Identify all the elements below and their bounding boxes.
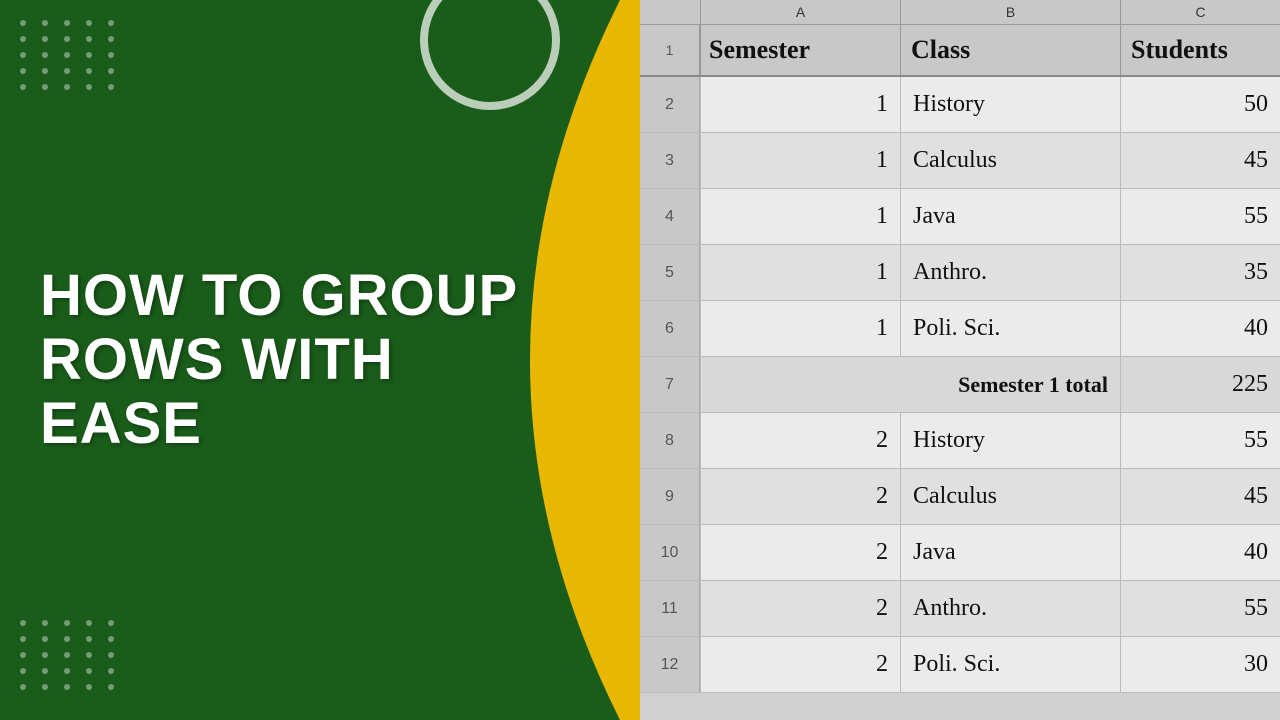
col-header-c: C xyxy=(1120,0,1280,24)
table-row: 6 1 Poli. Sci. 40 xyxy=(640,301,1280,357)
title-line1: HOW TO GROUP xyxy=(40,264,520,328)
table-row: 11 2 Anthro. 55 xyxy=(640,581,1280,637)
students-cell: 55 xyxy=(1120,189,1280,244)
semester-cell: 1 xyxy=(700,245,900,300)
students-header: Students xyxy=(1120,25,1280,75)
table-row: 7 Semester 1 total 225 xyxy=(640,357,1280,413)
row-num-cell: 12 xyxy=(640,637,700,692)
students-cell: 45 xyxy=(1120,469,1280,524)
semester-cell: 2 xyxy=(700,469,900,524)
class-header: Class xyxy=(900,25,1120,75)
row-num-spacer xyxy=(640,0,700,24)
class-cell: Poli. Sci. xyxy=(900,637,1120,692)
semester-cell: 1 xyxy=(700,301,900,356)
class-cell: Java xyxy=(900,525,1120,580)
row-num-cell: 3 xyxy=(640,133,700,188)
row-num-cell: 8 xyxy=(640,413,700,468)
class-cell: Anthro. xyxy=(900,581,1120,636)
spreadsheet: A B C 1 Semester Class Students 2 1 Hist… xyxy=(640,0,1280,720)
students-cell: 45 xyxy=(1120,133,1280,188)
students-cell: 30 xyxy=(1120,637,1280,692)
row-num-cell: 5 xyxy=(640,245,700,300)
row-num-cell: 7 xyxy=(640,357,700,412)
dots-decoration-top xyxy=(20,20,120,90)
semester-cell: 1 xyxy=(700,133,900,188)
hero-title: HOW TO GROUP ROWS WITH EASE xyxy=(0,264,560,455)
semester-cell: 2 xyxy=(700,637,900,692)
row-num-cell: 2 xyxy=(640,77,700,132)
students-cell: 55 xyxy=(1120,413,1280,468)
semester-cell: 2 xyxy=(700,581,900,636)
table-row: 10 2 Java 40 xyxy=(640,525,1280,581)
row-num-cell: 11 xyxy=(640,581,700,636)
semester-cell: 1 xyxy=(700,189,900,244)
col-header-b: B xyxy=(900,0,1120,24)
table-row: 3 1 Calculus 45 xyxy=(640,133,1280,189)
column-headers-row: A B C xyxy=(640,0,1280,25)
students-cell: 55 xyxy=(1120,581,1280,636)
right-panel: A B C 1 Semester Class Students 2 1 Hist… xyxy=(640,0,1280,720)
class-cell: History xyxy=(900,413,1120,468)
table-row: 12 2 Poli. Sci. 30 xyxy=(640,637,1280,693)
table-row: 8 2 History 55 xyxy=(640,413,1280,469)
semester-cell: 1 xyxy=(700,77,900,132)
row-num-cell: 6 xyxy=(640,301,700,356)
students-cell: 50 xyxy=(1120,77,1280,132)
class-cell: History xyxy=(900,77,1120,132)
col-header-a: A xyxy=(700,0,900,24)
students-cell: 40 xyxy=(1120,301,1280,356)
row-num-cell: 9 xyxy=(640,469,700,524)
field-header-row: 1 Semester Class Students xyxy=(640,25,1280,77)
table-row: 4 1 Java 55 xyxy=(640,189,1280,245)
header-row-num: 1 xyxy=(640,25,700,75)
students-cell: 35 xyxy=(1120,245,1280,300)
table-row: 9 2 Calculus 45 xyxy=(640,469,1280,525)
students-cell: 40 xyxy=(1120,525,1280,580)
row-num-cell: 10 xyxy=(640,525,700,580)
row-num-cell: 4 xyxy=(640,189,700,244)
table-row: 5 1 Anthro. 35 xyxy=(640,245,1280,301)
total-label-cell: Semester 1 total xyxy=(700,357,1120,412)
semester-cell: 2 xyxy=(700,525,900,580)
class-cell: Calculus xyxy=(900,133,1120,188)
class-cell: Java xyxy=(900,189,1120,244)
total-students-cell: 225 xyxy=(1120,357,1280,412)
left-panel: HOW TO GROUP ROWS WITH EASE xyxy=(0,0,640,720)
class-cell: Anthro. xyxy=(900,245,1120,300)
data-rows-container: 2 1 History 50 3 1 Calculus 45 4 1 Java … xyxy=(640,77,1280,693)
title-line2: ROWS WITH EASE xyxy=(40,328,520,456)
class-cell: Calculus xyxy=(900,469,1120,524)
semester-cell: 2 xyxy=(700,413,900,468)
table-row: 2 1 History 50 xyxy=(640,77,1280,133)
dots-decoration-bottom xyxy=(20,620,120,690)
class-cell: Poli. Sci. xyxy=(900,301,1120,356)
semester-header: Semester xyxy=(700,25,900,75)
